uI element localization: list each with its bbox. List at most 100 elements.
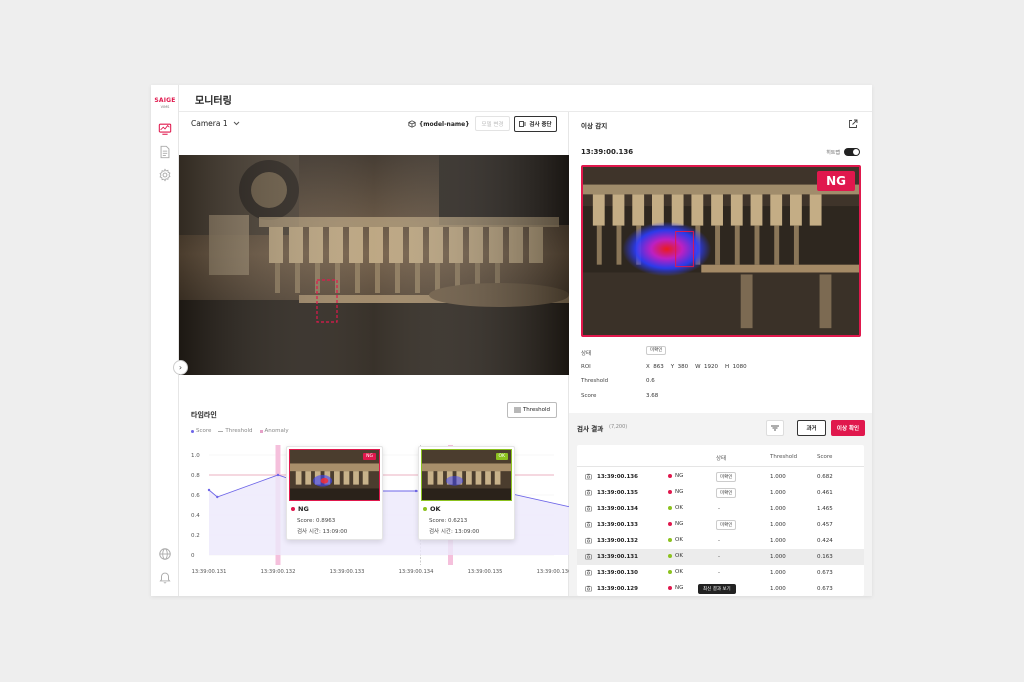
document-icon[interactable] — [157, 144, 173, 160]
confirm-anomaly-button[interactable]: 이상 확인 — [831, 420, 865, 436]
cube-icon — [408, 120, 416, 128]
table-row[interactable]: 13:39:00.130 OK - 1.000 0.673 — [577, 565, 864, 581]
legend-threshold: Threshold — [218, 428, 253, 434]
table-row[interactable]: 13:39:00.132 OK - 1.000 0.424 — [577, 533, 864, 549]
row-score: 0.673 — [817, 570, 833, 576]
row-result: OK — [668, 553, 683, 559]
row-result: NG — [668, 489, 683, 495]
heatmap-toggle[interactable]: 히트맵 — [826, 148, 860, 156]
anomaly-panel: 이상 감지 13:39:00.136 히트맵 NG 상태 미확인 ROI X 8… — [569, 112, 872, 596]
score-point — [414, 489, 418, 493]
camera-icon — [585, 585, 592, 592]
row-score: 1.465 — [817, 506, 833, 512]
ok-preview-popup[interactable]: OK OK Score: 0.6213 검사 시간: 13:09:00 — [418, 446, 515, 540]
legend-anomaly: Anomaly — [259, 428, 289, 434]
ok-popup-time: 검사 시간: 13:09:00 — [429, 529, 480, 535]
table-row[interactable]: 13:39:00.135 NG 미확인 1.000 0.461 — [577, 485, 864, 501]
past-button[interactable]: 과거 — [797, 420, 826, 436]
row-time: 13:39:00.136 — [597, 474, 638, 480]
status-empty: - — [718, 554, 720, 560]
chart-legend: Score Threshold Anomaly — [191, 428, 289, 434]
row-result: NG — [668, 521, 683, 527]
row-time: 13:39:00.133 — [597, 522, 638, 528]
ng-preview-popup[interactable]: NG NG Score: 0.8963 검사 시간: 13:09:00 — [286, 446, 383, 540]
camera-icon — [585, 553, 592, 560]
model-name: {model-name} — [408, 120, 469, 128]
results-count: (7,200) — [609, 424, 628, 430]
threshold-button[interactable]: Threshold — [507, 402, 557, 418]
camera-icon — [585, 521, 592, 528]
row-result: NG — [668, 473, 683, 479]
ng-popup-score: Score: 0.8963 — [297, 518, 336, 524]
heatmap-switch[interactable] — [844, 148, 860, 156]
col-status: 상태 — [716, 456, 727, 462]
monitor-icon[interactable] — [157, 121, 173, 137]
results-section: 검사 결과 (7,200) 과거 이상 확인 상태 Threshold Scor… — [569, 413, 872, 596]
y-tick-label: 0 — [191, 553, 195, 559]
score-label: Score — [581, 393, 597, 399]
row-result: OK — [668, 537, 683, 543]
brand-name: SAIGE — [154, 97, 176, 104]
results-table: 상태 Threshold Score 13:39:00.136 NG 미확인 1.00… — [577, 445, 864, 596]
roi-label: ROI — [581, 364, 591, 370]
camera-feed — [179, 155, 569, 375]
x-tick-label: 13:39:00.132 — [261, 569, 296, 575]
app-window: SAIGE VIMS 모니터링 Camera 1 {model-name} 모델… — [151, 85, 872, 596]
status-chip: 미확인 — [716, 488, 737, 498]
row-threshold: 1.000 — [770, 570, 786, 576]
camera-select-value: Camera 1 — [191, 119, 228, 128]
status-chip: 미확인 — [646, 346, 667, 355]
expand-panel-button[interactable]: › — [173, 360, 188, 375]
row-time: 13:39:00.134 — [597, 506, 638, 512]
bell-icon[interactable] — [157, 569, 173, 585]
anomaly-image: NG — [581, 165, 861, 337]
row-result: OK — [668, 505, 683, 511]
anomaly-title: 이상 감지 — [581, 122, 608, 130]
table-row[interactable]: 13:39:00.134 OK - 1.000 1.465 — [577, 501, 864, 517]
external-link-icon[interactable] — [848, 119, 858, 129]
y-tick-label: 0.2 — [191, 533, 200, 539]
row-threshold: 1.000 — [770, 474, 786, 480]
ok-popup-title: OK — [423, 505, 441, 513]
status-empty: - — [718, 570, 720, 576]
chevron-right-icon: › — [178, 363, 183, 372]
score-point — [207, 488, 211, 492]
globe-icon[interactable] — [157, 546, 173, 562]
y-tick-label: 0.8 — [191, 473, 200, 479]
legend-score: Score — [191, 428, 211, 434]
status-label: 상태 — [581, 351, 592, 357]
table-row[interactable]: 13:39:00.133 NG 미확인 1.000 0.457 — [577, 517, 864, 533]
row-result: NG — [668, 585, 683, 591]
ng-thumbnail: NG — [289, 449, 380, 501]
camera-icon — [585, 489, 592, 496]
heatmap-label: 히트맵 — [826, 149, 840, 156]
row-time: 13:39:00.130 — [597, 570, 638, 576]
row-threshold: 1.000 — [770, 522, 786, 528]
row-score: 0.163 — [817, 554, 833, 560]
change-model-label: 모델 변경 — [481, 121, 504, 128]
filter-button[interactable] — [766, 420, 784, 436]
x-tick-label: 13:39:00.131 — [192, 569, 227, 575]
score-point — [276, 473, 280, 477]
latest-result-tooltip: 최신 결과 보기 — [698, 584, 736, 594]
col-threshold: Threshold — [770, 454, 798, 460]
ng-popup-title: NG — [291, 505, 309, 513]
change-model-button[interactable]: 모델 변경 — [475, 116, 510, 131]
status-chip: 미확인 — [716, 472, 737, 482]
gear-icon[interactable] — [157, 167, 173, 183]
row-score: 0.424 — [817, 538, 833, 544]
results-title: 검사 결과 — [577, 425, 604, 433]
page-header: 모니터링 — [179, 85, 872, 112]
stop-inspection-button[interactable]: 검사 중단 — [514, 116, 557, 132]
x-tick-label: 13:39:00.136 — [537, 569, 569, 575]
x-tick-label: 13:39:00.134 — [399, 569, 435, 575]
table-row[interactable]: 13:39:00.131 OK - 1.000 0.163 — [577, 549, 864, 565]
row-result: OK — [668, 569, 683, 575]
y-tick-label: 1.0 — [191, 453, 200, 459]
col-score: Score — [817, 454, 833, 460]
brand-logo[interactable]: SAIGE VIMS — [153, 97, 177, 109]
camera-select[interactable]: Camera 1 — [191, 119, 240, 128]
table-row[interactable]: 13:39:00.136 NG 미확인 1.000 0.682 — [577, 469, 864, 485]
threshold-value: 0.6 — [646, 378, 655, 384]
roi-value: X 863 Y 380 W 1920 H 1080 — [646, 364, 747, 370]
